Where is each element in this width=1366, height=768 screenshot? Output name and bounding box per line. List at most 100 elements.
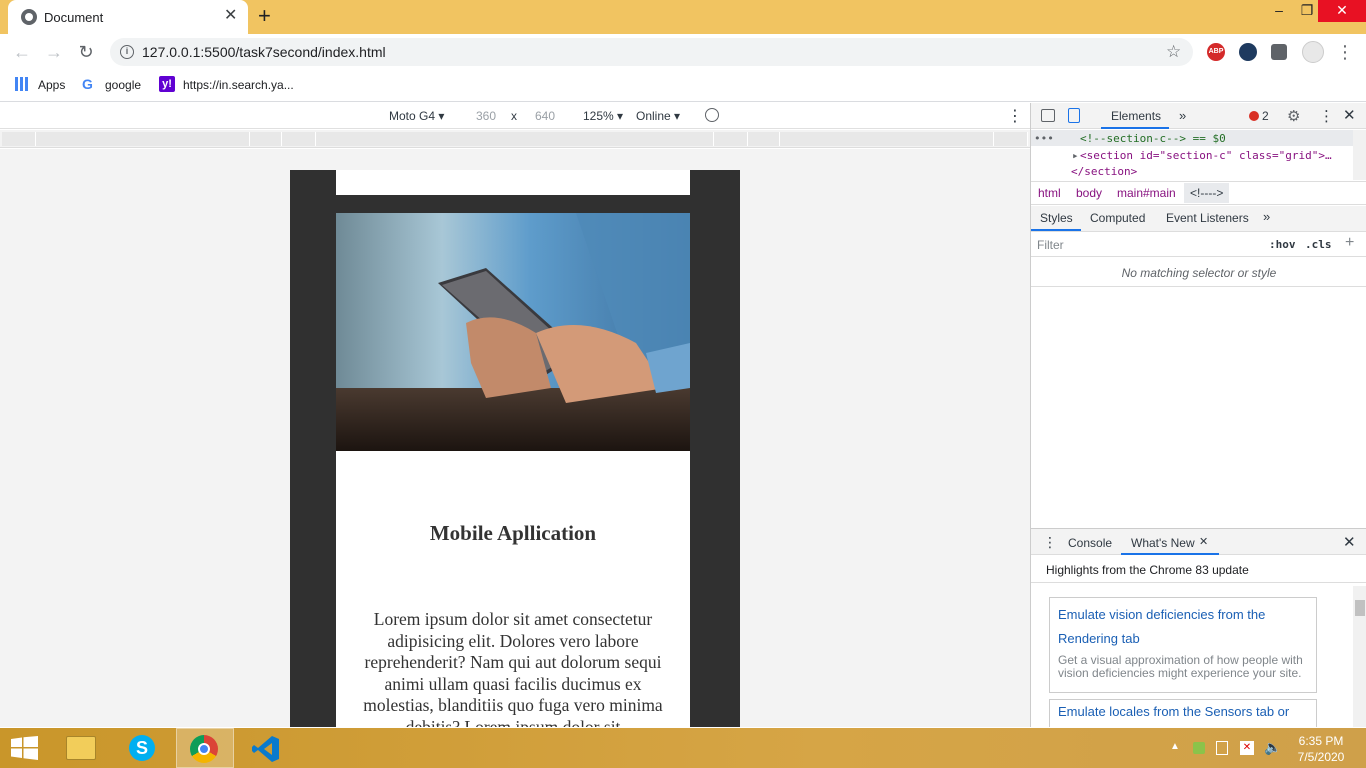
address-bar[interactable]: i 127.0.0.1:5500/task7second/index.html … xyxy=(110,38,1193,66)
ellipsis-icon[interactable]: ••• xyxy=(1034,132,1054,145)
device-menu-icon[interactable]: ⋮ xyxy=(1007,106,1023,126)
browser-tab[interactable]: Document ✕ xyxy=(8,0,248,34)
network-icon[interactable]: ✕ xyxy=(1240,741,1254,755)
more-tabs-icon[interactable]: » xyxy=(1179,108,1186,123)
media-query-ruler xyxy=(0,130,1030,148)
breadcrumb-comment[interactable]: <!----> xyxy=(1184,183,1230,203)
back-icon[interactable]: ← xyxy=(12,42,32,62)
ruler-segment[interactable] xyxy=(282,132,316,146)
bookmark-apps[interactable]: Apps xyxy=(38,77,65,93)
tab-close-button[interactable]: ✕ xyxy=(224,7,237,25)
expand-triangle-icon[interactable]: ▸ xyxy=(1072,149,1079,162)
news-title-locales[interactable]: Emulate locales from the Sensors tab or xyxy=(1058,704,1289,719)
ruler-segment[interactable] xyxy=(250,132,282,146)
content-card: Mobile Apllication Lorem ipsum dolor sit… xyxy=(336,213,690,727)
extension-icon[interactable] xyxy=(1239,43,1257,61)
dimension-separator: x xyxy=(511,109,517,123)
news-title-vision[interactable]: Emulate vision deficiencies from the Ren… xyxy=(1058,603,1265,651)
dom-section-close[interactable]: </section> xyxy=(1071,165,1137,178)
network-select[interactable]: Online ▾ xyxy=(636,109,680,123)
width-input[interactable]: 360 xyxy=(476,109,496,123)
yahoo-icon: y! xyxy=(159,76,175,92)
url-text: 127.0.0.1:5500/task7second/index.html xyxy=(142,44,386,60)
new-tab-button[interactable]: + xyxy=(258,4,271,28)
clock-time: 6:35 PM xyxy=(1298,734,1344,748)
filter-input[interactable]: Filter xyxy=(1037,238,1064,252)
ruler-segment[interactable] xyxy=(780,132,994,146)
tray-app-icon[interactable] xyxy=(1193,742,1205,754)
tab-styles[interactable]: Styles xyxy=(1040,211,1073,225)
rotate-icon[interactable] xyxy=(705,108,719,122)
phone-in-hand-image xyxy=(336,213,690,451)
device-select[interactable]: Moto G4 ▾ xyxy=(389,109,444,123)
news-card-locales[interactable]: Emulate locales from the Sensors tab or xyxy=(1049,699,1317,727)
tab-console[interactable]: Console xyxy=(1068,536,1112,550)
volume-icon[interactable]: 🔈 xyxy=(1264,739,1281,756)
tray-device-icon[interactable] xyxy=(1216,741,1228,755)
clock[interactable]: 6:35 PM 7/5/2020 xyxy=(1288,733,1354,765)
globe-icon xyxy=(21,9,37,25)
devtools-menu-icon[interactable]: ⋮ xyxy=(1319,107,1334,125)
google-icon: G xyxy=(82,76,93,92)
add-rule-icon[interactable]: + xyxy=(1345,234,1354,252)
more-subtabs-icon[interactable]: » xyxy=(1263,209,1270,224)
styles-tab-indicator xyxy=(1031,229,1081,231)
reload-icon[interactable]: ↻ xyxy=(76,42,96,62)
device-viewport[interactable]: Mobile Apllication Lorem ipsum dolor sit… xyxy=(290,170,740,727)
vscode-icon[interactable] xyxy=(238,728,296,768)
ruler-segment[interactable] xyxy=(2,132,36,146)
dom-comment[interactable]: <!--section-c--> == $0 xyxy=(1080,132,1226,145)
height-input[interactable]: 640 xyxy=(535,109,555,123)
network-value: Online xyxy=(636,109,671,123)
close-window-button[interactable]: ✕ xyxy=(1318,0,1366,22)
news-title-line: Emulate vision deficiencies from the xyxy=(1058,607,1266,622)
dom-section-open[interactable]: <section id="section-c" class="grid">… xyxy=(1080,149,1332,162)
drawer-close-icon[interactable]: ✕ xyxy=(1343,533,1356,551)
forward-icon[interactable]: → xyxy=(44,42,64,62)
breadcrumb-body[interactable]: body xyxy=(1076,186,1102,200)
adblock-icon[interactable]: ABP xyxy=(1207,43,1225,61)
ruler-segment[interactable] xyxy=(316,132,714,146)
news-card-vision[interactable]: Emulate vision deficiencies from the Ren… xyxy=(1049,597,1317,693)
file-explorer-icon[interactable] xyxy=(52,728,110,768)
device-toggle-icon[interactable] xyxy=(1068,108,1080,123)
bookmark-yahoo[interactable]: https://in.search.ya... xyxy=(183,77,294,93)
error-count[interactable]: 2 xyxy=(1262,109,1269,123)
dom-scrollbar[interactable] xyxy=(1353,130,1366,180)
zoom-select[interactable]: 125% ▾ xyxy=(583,109,623,123)
section-body-text: Lorem ipsum dolor sit amet consectetur a… xyxy=(363,609,663,727)
highlights-heading: Highlights from the Chrome 83 update xyxy=(1046,563,1249,577)
chrome-taskbar-icon[interactable] xyxy=(176,728,234,768)
tab-event-listeners[interactable]: Event Listeners xyxy=(1166,211,1249,225)
show-hidden-icons[interactable]: ▲ xyxy=(1170,741,1180,752)
whats-new-close-icon[interactable]: ✕ xyxy=(1199,535,1208,548)
ruler-segment[interactable] xyxy=(994,132,1028,146)
zoom-value: 125% xyxy=(583,109,614,123)
info-icon[interactable]: i xyxy=(120,45,134,59)
settings-icon[interactable]: ⚙ xyxy=(1287,107,1300,125)
bookmark-google[interactable]: google xyxy=(105,77,141,93)
avatar[interactable] xyxy=(1302,41,1324,63)
chrome-menu-icon[interactable]: ⋮ xyxy=(1336,42,1354,62)
windows-start-icon[interactable] xyxy=(11,736,39,760)
ruler-segment[interactable] xyxy=(748,132,780,146)
drawer-menu-icon[interactable]: ⋮ xyxy=(1043,534,1057,551)
tab-whats-new[interactable]: What's New xyxy=(1131,536,1195,550)
scrollbar-thumb[interactable] xyxy=(1355,600,1365,616)
cls-toggle[interactable]: .cls xyxy=(1305,238,1332,251)
inspect-icon[interactable] xyxy=(1041,109,1055,122)
devtools-close-icon[interactable]: ✕ xyxy=(1343,106,1356,124)
tab-elements[interactable]: Elements xyxy=(1111,109,1161,123)
puzzle-icon[interactable] xyxy=(1271,44,1287,60)
breadcrumb-main[interactable]: main#main xyxy=(1117,186,1176,200)
star-icon[interactable]: ☆ xyxy=(1166,42,1181,62)
ruler-segment[interactable] xyxy=(714,132,748,146)
skype-icon[interactable]: S xyxy=(114,728,172,768)
no-match-message: No matching selector or style xyxy=(1121,266,1277,280)
ruler-segment[interactable] xyxy=(36,132,250,146)
hov-toggle[interactable]: :hov xyxy=(1269,238,1296,251)
active-tab-indicator xyxy=(1101,127,1169,129)
tab-computed[interactable]: Computed xyxy=(1090,211,1145,225)
devtools-tabbar xyxy=(1031,103,1366,129)
breadcrumb-html[interactable]: html xyxy=(1038,186,1061,200)
